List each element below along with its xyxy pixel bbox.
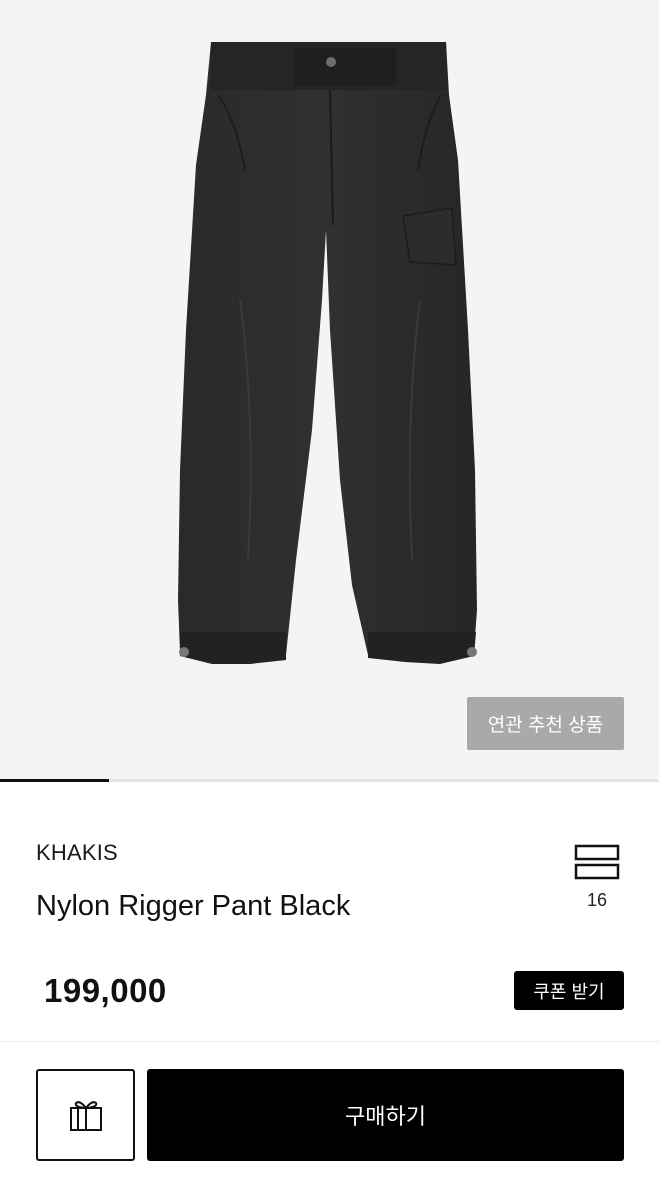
list-count: 16: [586, 890, 608, 910]
buy-button[interactable]: 구매하기: [147, 1069, 624, 1161]
gallery-progress-bar: [0, 779, 659, 782]
gift-button[interactable]: [36, 1069, 135, 1161]
gallery-progress-fill: [0, 779, 110, 782]
gift-icon: [69, 1101, 102, 1131]
list-layout-toggle[interactable]: 16: [572, 844, 622, 916]
product-image[interactable]: [0, 0, 659, 780]
coupon-button[interactable]: 쿠폰 받기: [514, 971, 624, 1010]
product-image-gallery[interactable]: 연관 추천 상품: [0, 0, 659, 780]
related-products-button[interactable]: 연관 추천 상품: [467, 697, 624, 750]
list-layout-icon: [574, 844, 620, 880]
brand-name[interactable]: KHAKIS: [36, 840, 118, 866]
product-price: 199,000: [44, 972, 167, 1009]
product-title: Nylon Rigger Pant Black: [36, 890, 351, 922]
section-divider: [0, 1041, 659, 1042]
